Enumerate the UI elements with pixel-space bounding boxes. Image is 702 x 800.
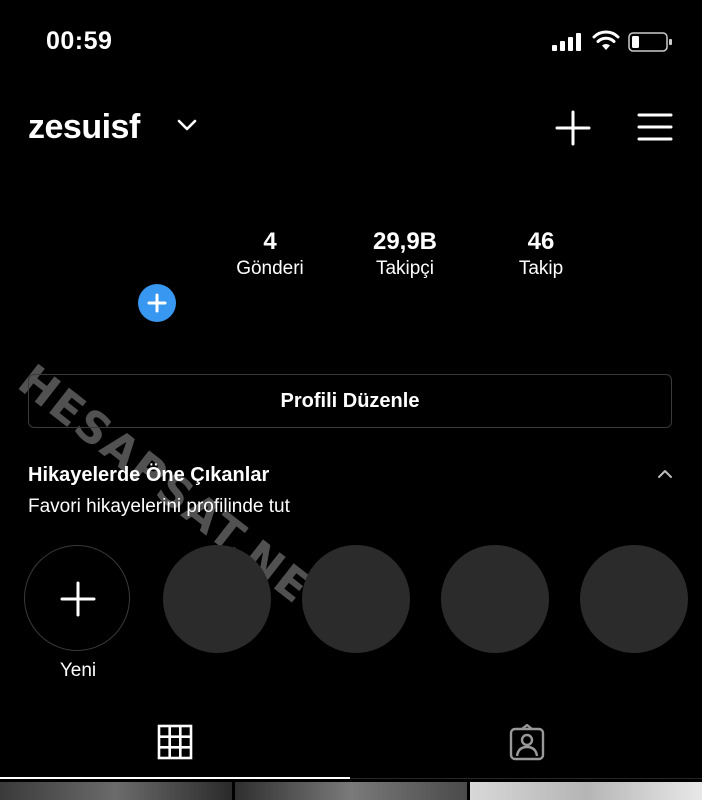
post-thumbnail[interactable] [0, 782, 232, 800]
edit-profile-button[interactable]: Profili Düzenle [28, 374, 672, 428]
highlight-placeholder [580, 545, 688, 653]
post-thumbnail[interactable] [235, 782, 467, 800]
stat-following[interactable]: 46 Takip [481, 228, 601, 282]
signal-icon [552, 33, 581, 51]
new-highlight-button[interactable] [24, 545, 130, 651]
status-time: 00:59 [46, 27, 113, 55]
stat-followers-label: Takipçi [375, 258, 435, 279]
stat-followers[interactable]: 29,9B Takipçi [345, 228, 465, 282]
highlight-placeholder [163, 545, 271, 653]
wifi-icon [592, 30, 620, 50]
tagged-icon[interactable] [508, 724, 546, 762]
tab-divider [350, 778, 702, 779]
highlights-subtitle: Favori hikayelerini profilinde tut [28, 496, 290, 517]
post-thumbnail[interactable] [470, 782, 702, 800]
grid-icon[interactable] [157, 724, 193, 760]
stat-followers-value: 29,9B [372, 228, 438, 255]
stat-posts-value: 4 [263, 228, 277, 255]
new-highlight-label: Yeni [59, 660, 97, 681]
chevron-up-icon[interactable] [656, 468, 674, 480]
plus-icon [147, 293, 167, 313]
username[interactable]: zesuisf [28, 108, 140, 147]
highlight-placeholder [441, 545, 549, 653]
highlight-placeholder [302, 545, 410, 653]
battery-icon [628, 32, 672, 52]
stat-following-value: 46 [527, 228, 555, 255]
add-story-button[interactable] [138, 284, 176, 322]
stat-posts[interactable]: 4 Gönderi [210, 228, 330, 282]
active-tab-indicator [0, 777, 350, 779]
stat-following-label: Takip [518, 258, 564, 279]
stat-posts-label: Gönderi [236, 258, 304, 279]
plus-icon[interactable] [555, 110, 591, 146]
plus-icon [60, 581, 96, 617]
chevron-down-icon[interactable] [176, 117, 198, 133]
menu-icon[interactable] [637, 112, 673, 142]
highlights-title: Hikayelerde Öne Çıkanlar [28, 464, 270, 486]
